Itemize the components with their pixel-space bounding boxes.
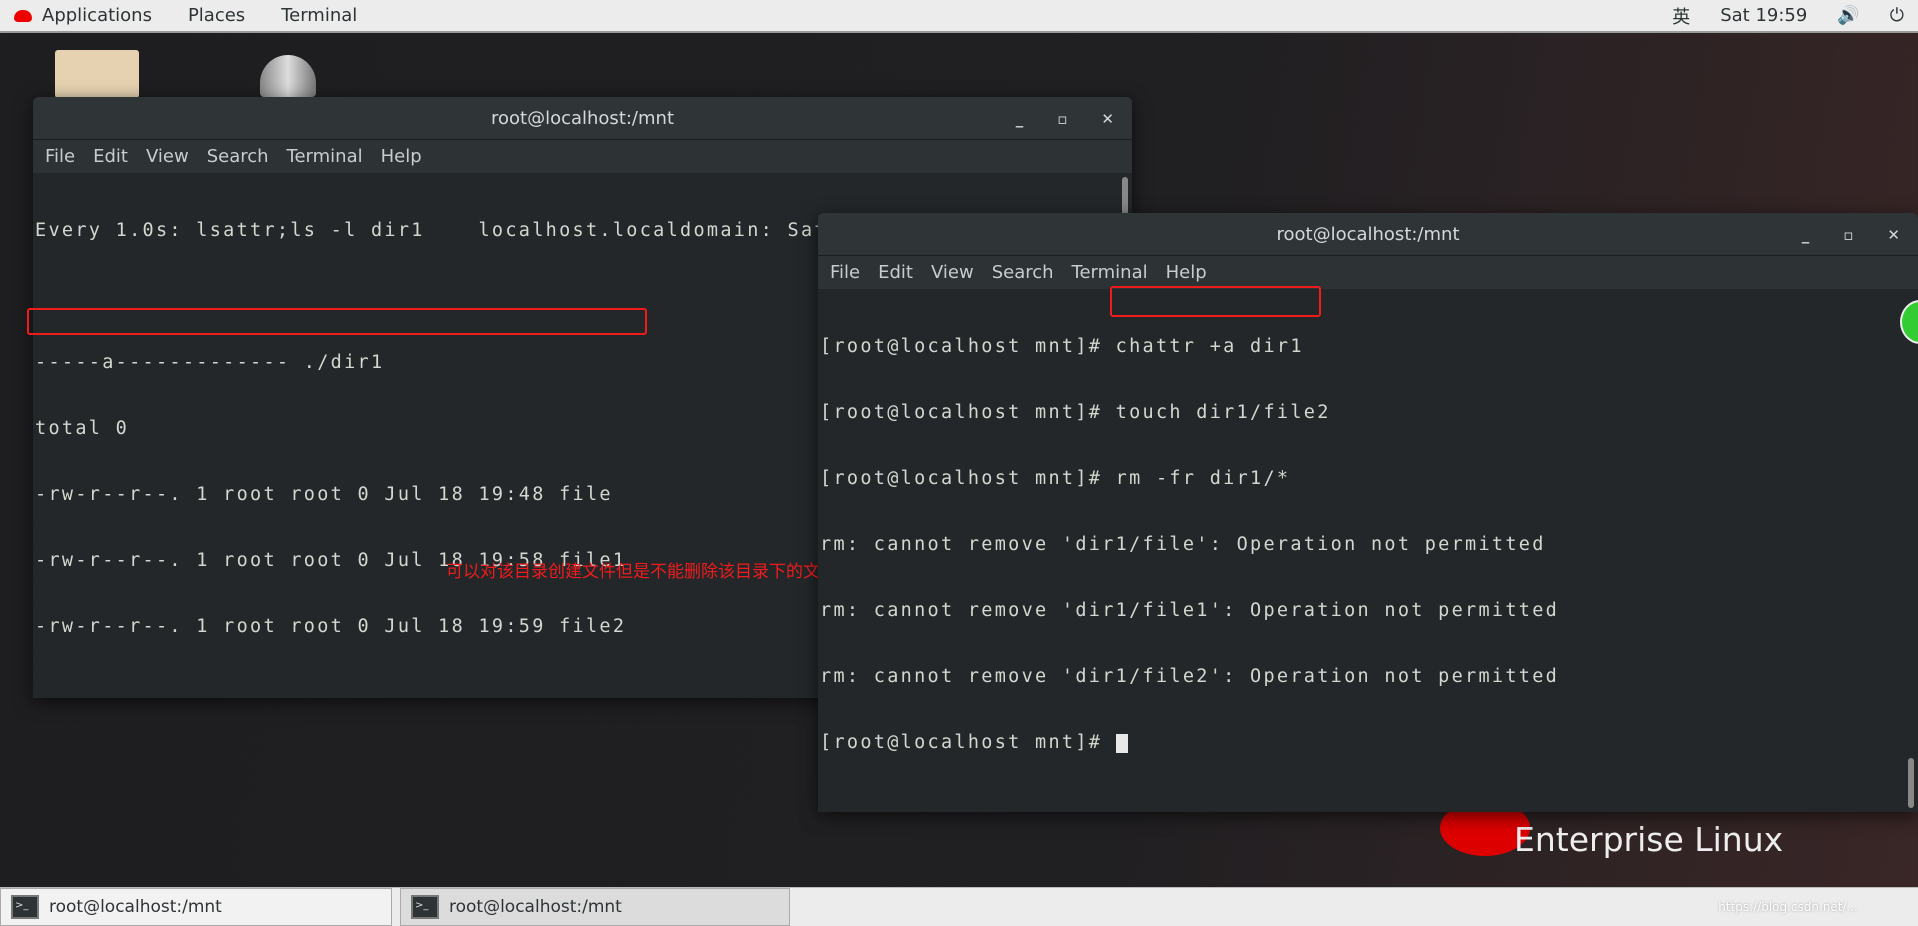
volume-icon[interactable]: 🔊 — [1837, 5, 1859, 26]
home-folder-icon[interactable] — [55, 50, 139, 98]
menubar: File Edit View Search Terminal Help — [33, 140, 1132, 173]
terminal-line: [root@localhost mnt]# — [820, 732, 1918, 754]
scrollbar[interactable] — [1122, 177, 1128, 215]
window-title: root@localhost:/mnt — [490, 107, 674, 129]
terminal-menu[interactable]: Terminal — [281, 5, 357, 26]
terminal-icon: >_ — [11, 895, 39, 919]
terminal-window-shell[interactable]: root@localhost:/mnt _ ▫ ✕ File Edit View Sear… — [818, 213, 1918, 812]
taskbar-item-label: root@localhost:/mnt — [49, 897, 222, 917]
prompt: [root@localhost mnt]# — [820, 732, 1116, 753]
terminal-line: [root@localhost mnt]# rm -fr dir1/* — [820, 468, 1291, 489]
redhat-icon — [14, 9, 32, 22]
terminal-line: rm: cannot remove 'dir1/file': Operation… — [820, 534, 1546, 555]
menu-search[interactable]: Search — [207, 146, 269, 167]
close-button[interactable]: ✕ — [1101, 110, 1114, 128]
maximize-button[interactable]: ▫ — [1843, 226, 1853, 244]
terminal-line: rm: cannot remove 'dir1/file1': Operatio… — [820, 600, 1560, 621]
menu-help[interactable]: Help — [381, 146, 422, 167]
menu-view[interactable]: View — [146, 146, 189, 167]
terminal-output[interactable]: [root@localhost mnt]# chattr +a dir1 [ro… — [818, 289, 1918, 798]
power-icon[interactable]: ⏻ — [1890, 5, 1904, 26]
terminal-icon: >_ — [411, 895, 439, 919]
trash-icon[interactable] — [260, 55, 316, 97]
menu-file[interactable]: File — [45, 146, 75, 167]
minimize-button[interactable]: _ — [1016, 110, 1024, 128]
scrollbar[interactable] — [1908, 758, 1914, 808]
menu-terminal[interactable]: Terminal — [287, 146, 363, 167]
menu-help[interactable]: Help — [1166, 262, 1207, 283]
taskbar-item[interactable]: >_ root@localhost:/mnt — [0, 888, 392, 926]
menubar: File Edit View Search Terminal Help — [818, 256, 1918, 289]
minimize-button[interactable]: _ — [1802, 226, 1810, 244]
clock[interactable]: Sat 19:59 — [1720, 5, 1807, 26]
menu-search[interactable]: Search — [992, 262, 1054, 283]
menu-file[interactable]: File — [830, 262, 860, 283]
taskbar-item-label: root@localhost:/mnt — [449, 897, 622, 917]
cursor — [1115, 733, 1128, 753]
applications-menu[interactable]: Applications — [42, 5, 152, 26]
terminal-line: rm: cannot remove 'dir1/file2': Operatio… — [820, 666, 1560, 687]
menu-edit[interactable]: Edit — [878, 262, 913, 283]
maximize-button[interactable]: ▫ — [1057, 110, 1067, 128]
highlight-box — [27, 308, 647, 335]
menu-edit[interactable]: Edit — [93, 146, 128, 167]
highlight-box — [1110, 286, 1321, 317]
window-title: root@localhost:/mnt — [1276, 223, 1460, 245]
places-menu[interactable]: Places — [188, 5, 245, 26]
taskbar: >_ root@localhost:/mnt >_ root@localhost:/… — [0, 887, 1918, 926]
menu-terminal[interactable]: Terminal — [1072, 262, 1148, 283]
top-panel: Applications Places Terminal 英 Sat 19:59… — [0, 0, 1918, 33]
annotation-text: 可以对该目录创建文件但是不能删除该目录下的文件 — [446, 562, 837, 582]
terminal-line: [root@localhost mnt]# touch dir1/file2 — [820, 402, 1331, 423]
menu-view[interactable]: View — [931, 262, 974, 283]
watermark: https://blog.csdn.net/... — [1718, 900, 1858, 914]
logo-text: Enterprise Linux — [1514, 820, 1784, 859]
close-button[interactable]: ✕ — [1887, 226, 1900, 244]
taskbar-item[interactable]: >_ root@localhost:/mnt — [400, 888, 790, 926]
input-method[interactable]: 英 — [1672, 3, 1690, 29]
terminal-line: [root@localhost mnt]# chattr +a dir1 — [820, 336, 1304, 357]
